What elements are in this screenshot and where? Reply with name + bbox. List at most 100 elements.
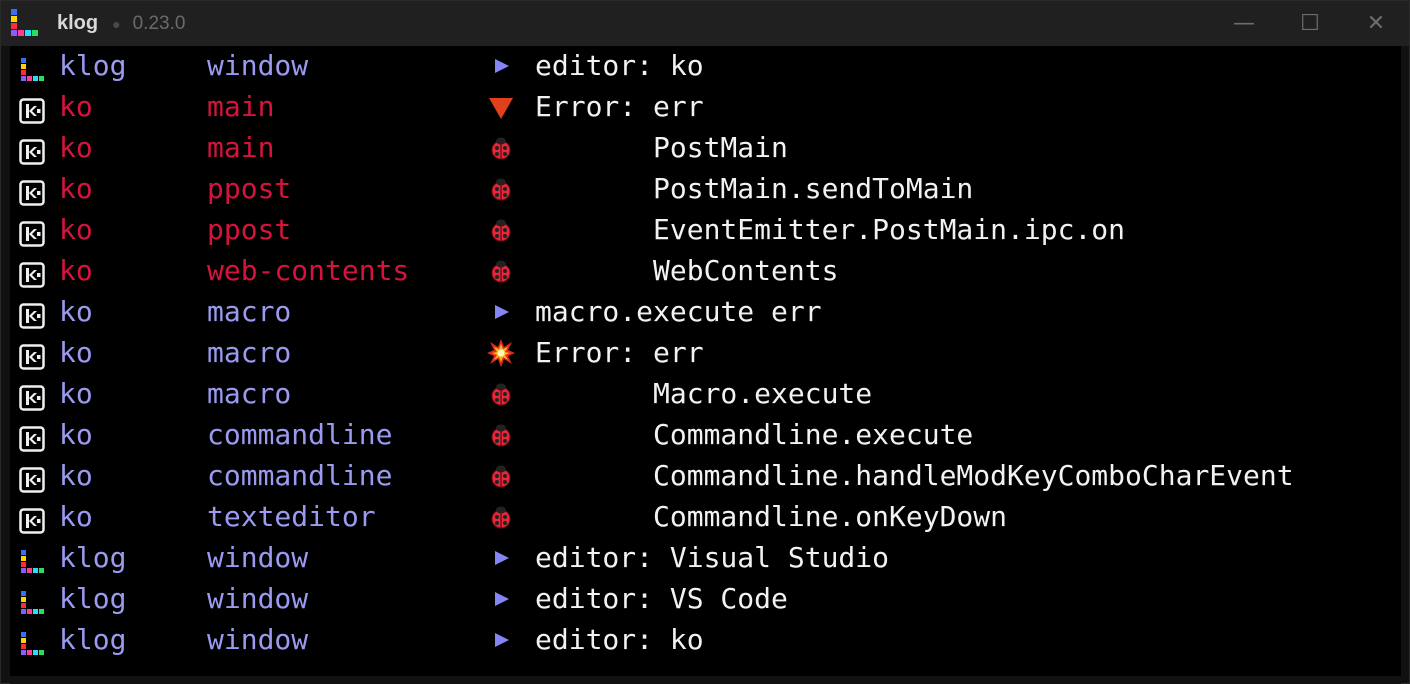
log-row[interactable]: ko ppost EventEmitter.PostMain.ipc.on: [10, 209, 1401, 250]
log-source: klog: [59, 541, 127, 574]
ko-icon: [19, 381, 45, 411]
log-module: macro: [207, 336, 292, 369]
log-source: ko: [59, 295, 93, 328]
bug-icon: [486, 174, 516, 204]
log-row[interactable]: ko main PostMain: [10, 127, 1401, 168]
log-message: editor: ko: [535, 49, 704, 82]
klog-icon: [19, 53, 45, 81]
ko-icon: [19, 176, 45, 206]
log-message: Error: err: [535, 90, 704, 123]
triangle-right-icon: [486, 584, 516, 614]
log-source: ko: [59, 500, 93, 533]
log-module: window: [207, 623, 309, 656]
ko-icon: [19, 504, 45, 534]
app-window: klog ● 0.23.0 — ☐ ✕ klog window editor: ko…: [0, 0, 1410, 684]
explosion-icon: [486, 338, 516, 368]
log-message: PostMain.sendToMain: [535, 172, 974, 205]
log-row[interactable]: ko web-contents WebContents: [10, 250, 1401, 291]
log-module: macro: [207, 295, 292, 328]
ko-icon: [19, 422, 45, 452]
log-source: klog: [59, 582, 127, 615]
window-controls: — ☐ ✕: [1211, 1, 1409, 46]
triangle-down-icon: [486, 92, 516, 122]
log-module: commandline: [207, 459, 393, 492]
log-source: klog: [59, 623, 127, 656]
ko-icon: [19, 463, 45, 493]
log-row[interactable]: klog window editor: VS Code: [10, 578, 1401, 619]
log-source: ko: [59, 336, 93, 369]
log-message: WebContents: [535, 254, 839, 287]
ko-icon: [19, 299, 45, 329]
log-message: Commandline.onKeyDown: [535, 500, 1008, 533]
klog-logo-icon: [11, 8, 41, 39]
log-module: ppost: [207, 172, 292, 205]
app-version: 0.23.0: [132, 12, 186, 34]
minimize-button[interactable]: —: [1211, 1, 1277, 46]
log-message: editor: Visual Studio: [535, 541, 890, 574]
log-source: ko: [59, 459, 93, 492]
bug-icon: [486, 256, 516, 286]
triangle-right-icon: [486, 51, 516, 81]
title-bar[interactable]: klog ● 0.23.0 — ☐ ✕: [1, 1, 1409, 46]
log-row[interactable]: ko macro Macro.execute: [10, 373, 1401, 414]
log-message: EventEmitter.PostMain.ipc.on: [535, 213, 1126, 246]
log-module: web-contents: [207, 254, 410, 287]
log-message: PostMain: [535, 131, 788, 164]
log-module: commandline: [207, 418, 393, 451]
log-module: window: [207, 49, 309, 82]
triangle-right-icon: [486, 297, 516, 327]
triangle-right-icon: [486, 625, 516, 655]
ko-icon: [19, 94, 45, 124]
log-row[interactable]: klog window editor: ko: [10, 46, 1401, 86]
log-source: ko: [59, 213, 93, 246]
log-message: editor: ko: [535, 623, 704, 656]
log-scroll-strip: [10, 676, 1401, 684]
log-module: ppost: [207, 213, 292, 246]
bug-icon: [486, 502, 516, 532]
log-source: klog: [59, 49, 127, 82]
close-button[interactable]: ✕: [1343, 1, 1409, 46]
log-row[interactable]: ko main Error: err: [10, 86, 1401, 127]
bug-icon: [486, 133, 516, 163]
log-message: Macro.execute: [535, 377, 873, 410]
log-source: ko: [59, 377, 93, 410]
log-row[interactable]: ko commandline Commandline.handleModKeyCo…: [10, 455, 1401, 496]
log-module: main: [207, 90, 275, 123]
title-separator: ●: [112, 15, 121, 32]
log-message: editor: VS Code: [535, 582, 788, 615]
maximize-button[interactable]: ☐: [1277, 1, 1343, 46]
klog-icon: [19, 586, 45, 614]
log-message: macro.execute err: [535, 295, 822, 328]
app-title: klog: [57, 12, 99, 34]
bug-icon: [486, 420, 516, 450]
log-message: Commandline.handleModKeyComboCharEvent: [535, 459, 1294, 492]
log-row[interactable]: ko macro Error: err: [10, 332, 1401, 373]
log-module: window: [207, 582, 309, 615]
log-source: ko: [59, 172, 93, 205]
log-list[interactable]: klog window editor: ko ko main Error: err ko ma…: [10, 46, 1401, 676]
log-row[interactable]: klog window editor: ko: [10, 619, 1401, 660]
log-row[interactable]: ko commandline Commandline.execute: [10, 414, 1401, 455]
log-row[interactable]: ko texteditor Commandline.onKeyDown: [10, 496, 1401, 537]
log-module: window: [207, 541, 309, 574]
ko-icon: [19, 217, 45, 247]
log-row[interactable]: klog window editor: Visual Studio: [10, 537, 1401, 578]
log-module: main: [207, 131, 275, 164]
triangle-right-icon: [486, 543, 516, 573]
ko-icon: [19, 340, 45, 370]
log-module: texteditor: [207, 500, 376, 533]
ko-icon: [19, 135, 45, 165]
log-module: macro: [207, 377, 292, 410]
klog-icon: [19, 545, 45, 573]
bug-icon: [486, 461, 516, 491]
log-message: Commandline.execute: [535, 418, 974, 451]
log-source: ko: [59, 90, 93, 123]
log-source: ko: [59, 254, 93, 287]
klog-icon: [19, 627, 45, 655]
log-message: Error: err: [535, 336, 704, 369]
ko-icon: [19, 258, 45, 288]
bug-icon: [486, 379, 516, 409]
log-source: ko: [59, 418, 93, 451]
log-row[interactable]: ko ppost PostMain.sendToMain: [10, 168, 1401, 209]
log-row[interactable]: ko macro macro.execute err: [10, 291, 1401, 332]
